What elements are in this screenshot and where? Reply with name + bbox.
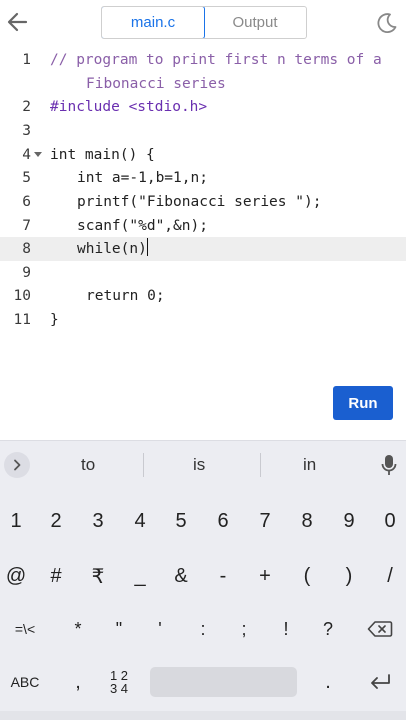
key-ampersand[interactable]: &: [165, 558, 197, 594]
more-symbols-key[interactable]: =\<: [2, 611, 48, 647]
numpad-label-bottom: 3 4: [109, 681, 129, 696]
line-number: 5: [22, 170, 31, 186]
key-close-paren[interactable]: ): [333, 558, 365, 594]
code-text: int a=-1,b=1,n;: [77, 170, 208, 186]
code-text-current: while(n): [77, 237, 149, 261]
top-bar: main.c Output: [0, 0, 406, 46]
code-text: Fibonacci series: [86, 76, 226, 92]
key-2[interactable]: 2: [40, 503, 72, 539]
number-row: 1 2 3 4 5 6 7 8 9 0: [0, 503, 406, 539]
backspace-icon: [367, 621, 393, 637]
line-number: 11: [13, 312, 31, 328]
key-4[interactable]: 4: [124, 503, 156, 539]
code-editor[interactable]: 1 // program to print first n terms of a…: [0, 46, 406, 440]
tab-output[interactable]: Output: [204, 7, 306, 38]
key-rupee[interactable]: ₹: [82, 558, 114, 594]
code-text: while(n): [77, 241, 147, 257]
key-at[interactable]: @: [0, 558, 32, 594]
line-number: 2: [22, 99, 31, 115]
code-line: 10 return 0;: [0, 284, 406, 308]
code-line: 11 }: [0, 308, 406, 332]
expand-toolbar-button[interactable]: [4, 452, 30, 478]
key-open-paren[interactable]: (: [291, 558, 323, 594]
space-bar[interactable]: [150, 667, 297, 697]
enter-key[interactable]: [362, 664, 398, 700]
suggestion-2[interactable]: is: [193, 455, 205, 475]
line-number: 4: [22, 147, 31, 163]
code-line: 4 int main() {: [0, 143, 406, 167]
code-text: // program to print first n terms of a: [50, 52, 382, 68]
key-3[interactable]: 3: [82, 503, 114, 539]
code-line-wrapped: Fibonacci series: [0, 72, 406, 96]
key-0[interactable]: 0: [374, 503, 406, 539]
code-line: 5 int a=-1,b=1,n;: [0, 166, 406, 190]
symbol-row-2: =\< * " ' : ; ! ?: [0, 611, 406, 647]
line-number: 7: [22, 218, 31, 234]
line-number: 6: [22, 194, 31, 210]
code-text: int main() {: [50, 147, 155, 163]
run-button[interactable]: Run: [333, 386, 393, 420]
line-number: 3: [22, 123, 31, 139]
code-line: 9: [0, 261, 406, 285]
code-line: 2 #include <stdio.h>: [0, 95, 406, 119]
key-question[interactable]: ?: [312, 611, 344, 647]
enter-icon: [371, 674, 390, 689]
key-plus[interactable]: +: [249, 558, 281, 594]
key-exclamation[interactable]: !: [270, 611, 302, 647]
key-comma[interactable]: ,: [62, 664, 94, 700]
key-single-quote[interactable]: ': [144, 611, 176, 647]
code-line: 3: [0, 119, 406, 143]
code-text: scanf("%d",&n);: [77, 218, 208, 234]
code-text: }: [50, 312, 59, 328]
key-period[interactable]: .: [312, 664, 344, 700]
code-text: return 0;: [86, 288, 165, 304]
key-1[interactable]: 1: [0, 503, 32, 539]
key-hash[interactable]: #: [40, 558, 72, 594]
soft-keyboard: to is in 1 2 3 4 5 6 7 8 9 0 @ # ₹ _ & -…: [0, 440, 406, 720]
key-9[interactable]: 9: [333, 503, 365, 539]
chevron-right-icon: [14, 459, 21, 471]
symbol-row-1: @ # ₹ _ & - + ( ) /: [0, 558, 406, 594]
key-7[interactable]: 7: [249, 503, 281, 539]
backspace-key[interactable]: [362, 611, 398, 647]
key-5[interactable]: 5: [165, 503, 197, 539]
tab-main-c[interactable]: main.c: [102, 7, 205, 38]
keyboard-bottom-strip: [0, 711, 406, 720]
code-line: 7 scanf("%d",&n);: [0, 214, 406, 238]
line-number: 9: [22, 265, 31, 281]
key-8[interactable]: 8: [291, 503, 323, 539]
microphone-icon[interactable]: [380, 453, 398, 479]
key-colon[interactable]: :: [187, 611, 219, 647]
file-tabs: main.c Output: [101, 6, 307, 39]
line-number: 8: [22, 241, 31, 257]
numpad-key[interactable]: 1 2 3 4: [102, 664, 136, 700]
text-cursor: [146, 238, 149, 256]
key-asterisk[interactable]: *: [62, 611, 94, 647]
fold-arrow-icon[interactable]: [34, 152, 42, 157]
code-text: printf("Fibonacci series ");: [77, 194, 322, 210]
line-number: 10: [13, 288, 31, 304]
back-arrow-icon[interactable]: [4, 8, 30, 36]
suggestion-divider: [260, 453, 261, 477]
abc-key[interactable]: ABC: [2, 664, 48, 700]
key-minus[interactable]: -: [207, 558, 239, 594]
line-number: 1: [22, 52, 31, 68]
suggestion-divider: [143, 453, 144, 477]
suggestion-3[interactable]: in: [303, 455, 316, 475]
suggestion-1[interactable]: to: [81, 455, 95, 475]
key-double-quote[interactable]: ": [103, 611, 135, 647]
code-line-current: 8 while(n): [0, 237, 406, 261]
key-6[interactable]: 6: [207, 503, 239, 539]
key-semicolon[interactable]: ;: [228, 611, 260, 647]
key-slash[interactable]: /: [374, 558, 406, 594]
code-text: #include <stdio.h>: [50, 99, 208, 115]
dark-mode-moon-icon[interactable]: [376, 12, 398, 34]
key-underscore[interactable]: _: [124, 558, 156, 594]
suggestion-bar: to is in: [0, 441, 406, 491]
code-line: 1 // program to print first n terms of a: [0, 48, 406, 72]
code-line: 6 printf("Fibonacci series ");: [0, 190, 406, 214]
